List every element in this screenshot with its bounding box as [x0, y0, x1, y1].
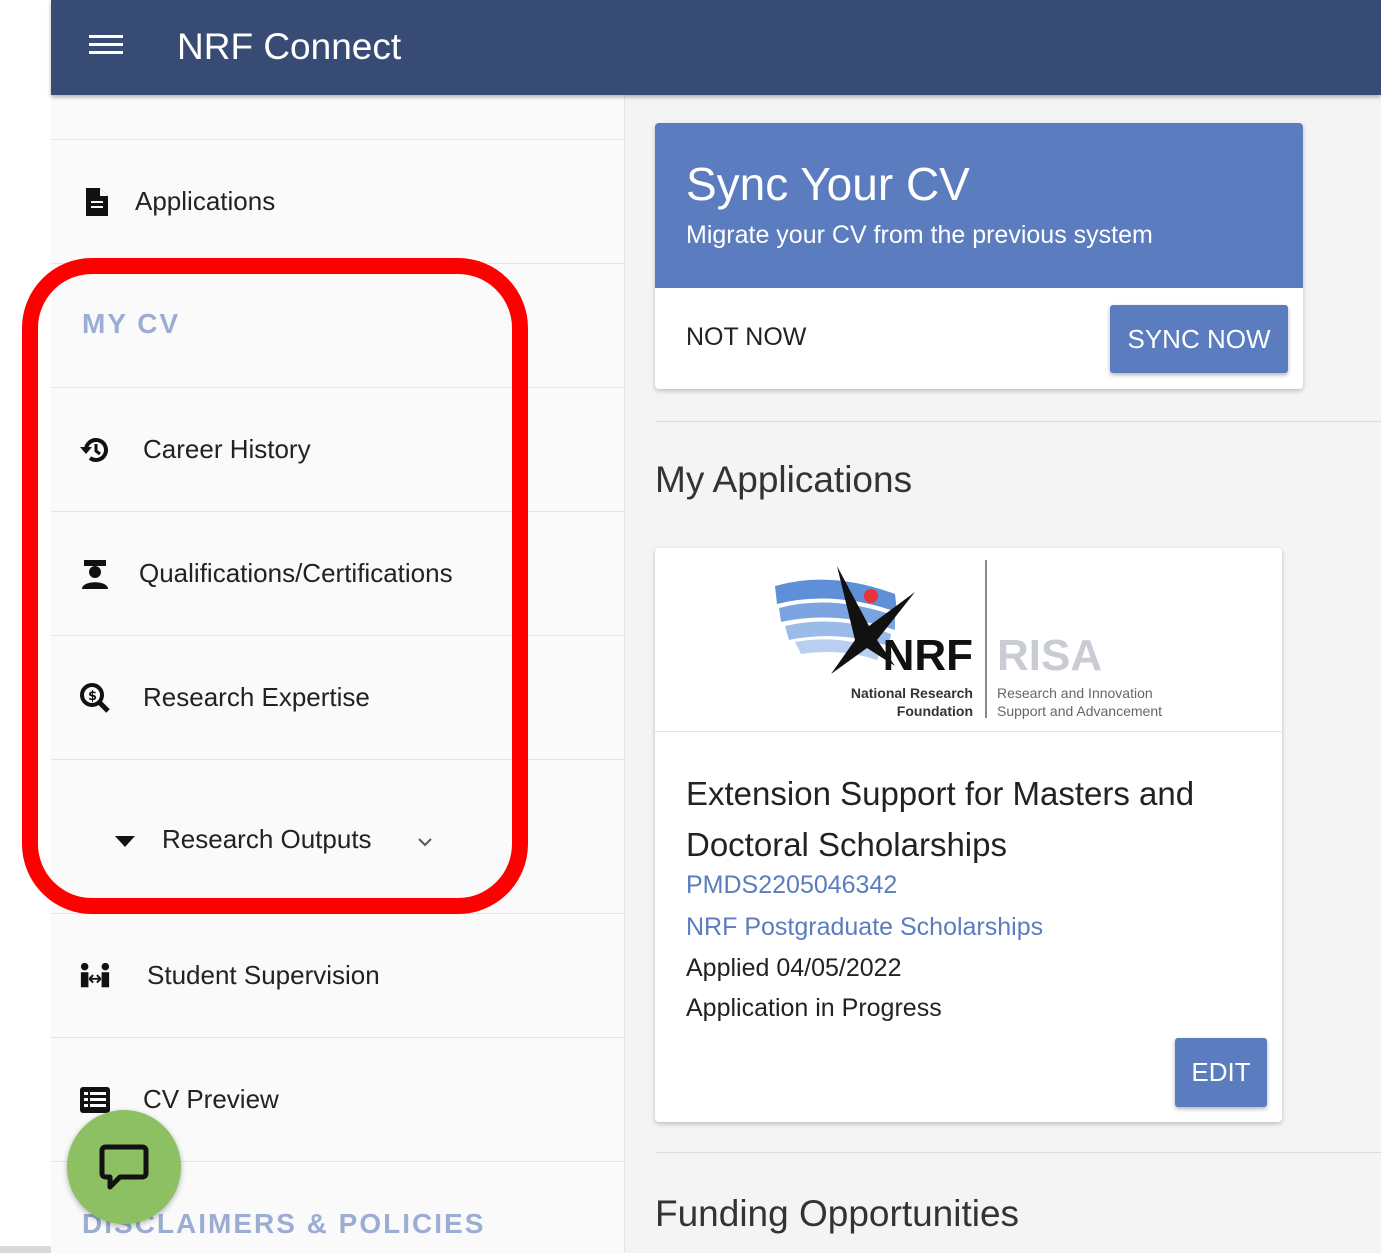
risa-logo-line1: Research and Innovation — [997, 685, 1153, 701]
sidebar-item-label: Qualifications/Certifications — [139, 558, 453, 588]
caret-down-icon — [109, 826, 141, 858]
sidebar-item-student-supervision[interactable]: Student Supervision — [51, 913, 624, 1037]
risa-wordmark: RISA — [997, 631, 1102, 680]
sync-card-header: Sync Your CV Migrate your CV from the pr… — [655, 123, 1303, 288]
list-icon — [79, 1084, 111, 1116]
bottom-scrollbar-strip — [0, 1246, 51, 1253]
not-now-button[interactable]: NOT NOW — [686, 323, 806, 352]
chevron-down-icon[interactable] — [409, 826, 441, 858]
application-programme[interactable]: NRF Postgraduate Scholarships — [686, 913, 1043, 942]
sidebar-item-research-expertise[interactable]: $ Research Expertise — [51, 635, 624, 759]
sidebar-item-research-outputs[interactable]: Research Outputs — [51, 759, 624, 913]
search-dollar-icon: $ — [79, 682, 111, 714]
main-content: Sync Your CV Migrate your CV from the pr… — [625, 95, 1381, 1253]
svg-text:$: $ — [88, 689, 97, 704]
sync-card-subtitle: Migrate your CV from the previous system — [686, 221, 1153, 249]
sidebar-nav: Applications MY CV Career History Qualif… — [51, 95, 625, 1253]
sidebar-item-label: Career History — [143, 434, 311, 464]
nrf-logo-line2: Foundation — [897, 703, 973, 719]
risa-logo-line2: Support and Advancement — [997, 703, 1162, 719]
sidebar-item-qualifications[interactable]: Qualifications/Certifications — [51, 511, 624, 635]
history-icon — [79, 434, 111, 466]
sidebar-item-label: Research Expertise — [143, 682, 370, 712]
section-heading-my-cv: MY CV — [82, 308, 181, 339]
sync-cv-card: Sync Your CV Migrate your CV from the pr… — [655, 123, 1303, 389]
application-status: Application in Progress — [686, 994, 942, 1022]
people-arrows-icon — [79, 960, 111, 992]
application-title: Extension Support for Masters and Doctor… — [686, 775, 1195, 863]
chat-bubble-icon — [99, 1144, 149, 1190]
sync-now-button[interactable]: SYNC NOW — [1110, 305, 1288, 373]
hamburger-menu-icon[interactable] — [87, 30, 125, 62]
sidebar-item-career-history[interactable]: Career History — [51, 387, 624, 511]
my-applications-heading: My Applications — [655, 459, 913, 500]
application-card: NRF National Research Foundation RISA Re… — [655, 548, 1282, 1122]
application-date: Applied 04/05/2022 — [686, 954, 902, 982]
left-margin — [0, 0, 51, 1253]
nrf-logo-line1: National Research — [851, 685, 973, 701]
file-icon — [81, 186, 113, 218]
my-cv-section: MY CV — [51, 263, 624, 387]
sidebar-item-label: CV Preview — [143, 1084, 279, 1114]
edit-button[interactable]: EDIT — [1175, 1038, 1267, 1107]
divider — [655, 421, 1381, 422]
funding-opportunities-heading: Funding Opportunities — [655, 1193, 1020, 1234]
graduate-icon — [79, 558, 111, 590]
app-header: NRF Connect — [51, 0, 1381, 95]
sidebar-item-label: Student Supervision — [147, 960, 380, 990]
nrf-wordmark: NRF — [883, 631, 973, 680]
sync-card-title: Sync Your CV — [686, 158, 970, 210]
application-reference[interactable]: PMDS2205046342 — [686, 871, 897, 900]
sidebar-item-applications[interactable]: Applications — [51, 139, 624, 263]
sidebar-item-label: Research Outputs — [162, 824, 372, 854]
sidebar-item-label: Applications — [135, 186, 276, 216]
divider — [655, 1152, 1381, 1153]
nrf-logo-graphic: NRF National Research Foundation RISA Re… — [775, 560, 1162, 719]
chat-button[interactable] — [67, 1110, 181, 1224]
app-title: NRF Connect — [177, 26, 402, 67]
nrf-risa-logo: NRF National Research Foundation RISA Re… — [655, 548, 1282, 732]
